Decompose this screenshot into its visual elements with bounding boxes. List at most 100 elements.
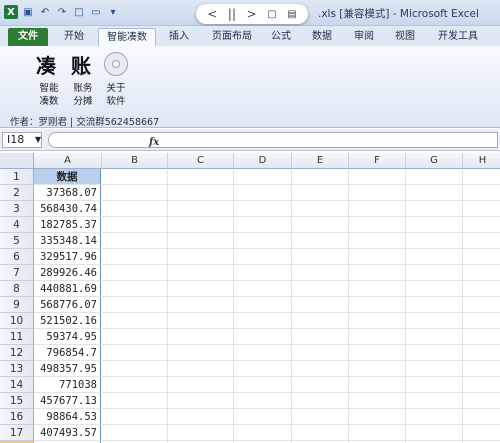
empty-cell[interactable] (406, 217, 463, 233)
cell-a[interactable]: 568776.07 (34, 297, 101, 313)
row-header[interactable]: 14 (0, 377, 34, 393)
empty-cell[interactable] (102, 409, 168, 425)
column-header-f[interactable]: F (349, 153, 406, 169)
row-header[interactable]: 5 (0, 233, 34, 249)
empty-cell[interactable] (292, 425, 349, 441)
empty-cell[interactable] (234, 217, 292, 233)
empty-cell[interactable] (234, 345, 292, 361)
empty-cell[interactable] (234, 185, 292, 201)
empty-cell[interactable] (406, 249, 463, 265)
empty-cell[interactable] (234, 169, 292, 185)
cell-a[interactable]: 182785.37 (34, 217, 101, 233)
empty-cell[interactable] (168, 425, 234, 441)
empty-cell[interactable] (292, 345, 349, 361)
row-header[interactable]: 10 (0, 313, 34, 329)
tab-insert[interactable]: 插入 (163, 28, 195, 46)
cell-a[interactable]: 数据 (34, 169, 101, 185)
next-icon[interactable]: > (247, 7, 257, 21)
cell-a[interactable]: 568430.74 (34, 201, 101, 217)
empty-cell[interactable] (168, 409, 234, 425)
about-button[interactable]: 关于 软件 (101, 82, 131, 108)
empty-cell[interactable] (406, 313, 463, 329)
empty-cell[interactable] (349, 425, 406, 441)
empty-cell[interactable] (102, 361, 168, 377)
empty-cell[interactable] (463, 313, 500, 329)
cell-a[interactable]: 98864.53 (34, 409, 101, 425)
column-header-b[interactable]: B (102, 153, 168, 169)
row-header[interactable]: 2 (0, 185, 34, 201)
empty-cell[interactable] (349, 249, 406, 265)
empty-cell[interactable] (168, 281, 234, 297)
empty-cell[interactable] (463, 377, 500, 393)
empty-cell[interactable] (102, 265, 168, 281)
column-header-d[interactable]: D (234, 153, 292, 169)
customize-qat-icon[interactable]: ▾ (106, 5, 120, 19)
empty-cell[interactable] (102, 377, 168, 393)
empty-cell[interactable] (292, 313, 349, 329)
empty-cell[interactable] (349, 265, 406, 281)
chevron-down-icon[interactable]: ▼ (35, 133, 41, 147)
empty-cell[interactable] (292, 393, 349, 409)
empty-cell[interactable] (463, 169, 500, 185)
empty-cell[interactable] (349, 393, 406, 409)
empty-cell[interactable] (463, 185, 500, 201)
row-header[interactable]: 17 (0, 425, 34, 441)
empty-cell[interactable] (102, 233, 168, 249)
empty-cell[interactable] (234, 233, 292, 249)
column-header-e[interactable]: E (292, 153, 349, 169)
column-header-g[interactable]: G (406, 153, 463, 169)
empty-cell[interactable] (406, 297, 463, 313)
empty-cell[interactable] (168, 377, 234, 393)
empty-cell[interactable] (406, 393, 463, 409)
empty-cell[interactable] (463, 361, 500, 377)
empty-cell[interactable] (102, 201, 168, 217)
empty-cell[interactable] (463, 425, 500, 441)
empty-cell[interactable] (292, 169, 349, 185)
empty-cell[interactable] (234, 409, 292, 425)
redo-icon[interactable]: ↷ (55, 5, 69, 19)
empty-cell[interactable] (102, 185, 168, 201)
empty-cell[interactable] (292, 281, 349, 297)
row-header[interactable]: 3 (0, 201, 34, 217)
empty-cell[interactable] (463, 249, 500, 265)
empty-cell[interactable] (102, 217, 168, 233)
row-header[interactable]: 11 (0, 329, 34, 345)
select-all-corner[interactable] (0, 153, 34, 169)
prev-icon[interactable]: < (207, 7, 217, 21)
empty-cell[interactable] (102, 249, 168, 265)
empty-cell[interactable] (292, 297, 349, 313)
empty-cell[interactable] (406, 361, 463, 377)
undo-icon[interactable]: ↶ (38, 5, 52, 19)
cell-a[interactable]: 498357.95 (34, 361, 101, 377)
empty-cell[interactable] (406, 329, 463, 345)
empty-cell[interactable] (292, 249, 349, 265)
empty-cell[interactable] (292, 329, 349, 345)
empty-cell[interactable] (168, 185, 234, 201)
empty-cell[interactable] (102, 313, 168, 329)
empty-cell[interactable] (292, 377, 349, 393)
empty-cell[interactable] (234, 313, 292, 329)
empty-cell[interactable] (168, 233, 234, 249)
empty-cell[interactable] (406, 281, 463, 297)
cell-a[interactable]: 329517.96 (34, 249, 101, 265)
empty-cell[interactable] (349, 281, 406, 297)
row-header[interactable]: 12 (0, 345, 34, 361)
tab-file[interactable]: 文件 (8, 28, 48, 46)
column-header-h[interactable]: H (463, 153, 500, 169)
empty-cell[interactable] (168, 361, 234, 377)
empty-cell[interactable] (102, 345, 168, 361)
empty-cell[interactable] (292, 217, 349, 233)
empty-cell[interactable] (102, 425, 168, 441)
empty-cell[interactable] (406, 409, 463, 425)
spreadsheet-grid[interactable]: A B C D E F G H 1 数据 2 37368.07 3 568430.74 4 1… (0, 153, 500, 443)
row-header[interactable]: 8 (0, 281, 34, 297)
empty-cell[interactable] (234, 329, 292, 345)
empty-cell[interactable] (463, 265, 500, 281)
column-header-c[interactable]: C (168, 153, 234, 169)
cell-a[interactable]: 407493.57 (34, 425, 101, 441)
fx-icon[interactable]: fx (149, 137, 159, 148)
empty-cell[interactable] (349, 361, 406, 377)
empty-cell[interactable] (463, 345, 500, 361)
empty-cell[interactable] (102, 329, 168, 345)
empty-cell[interactable] (463, 233, 500, 249)
